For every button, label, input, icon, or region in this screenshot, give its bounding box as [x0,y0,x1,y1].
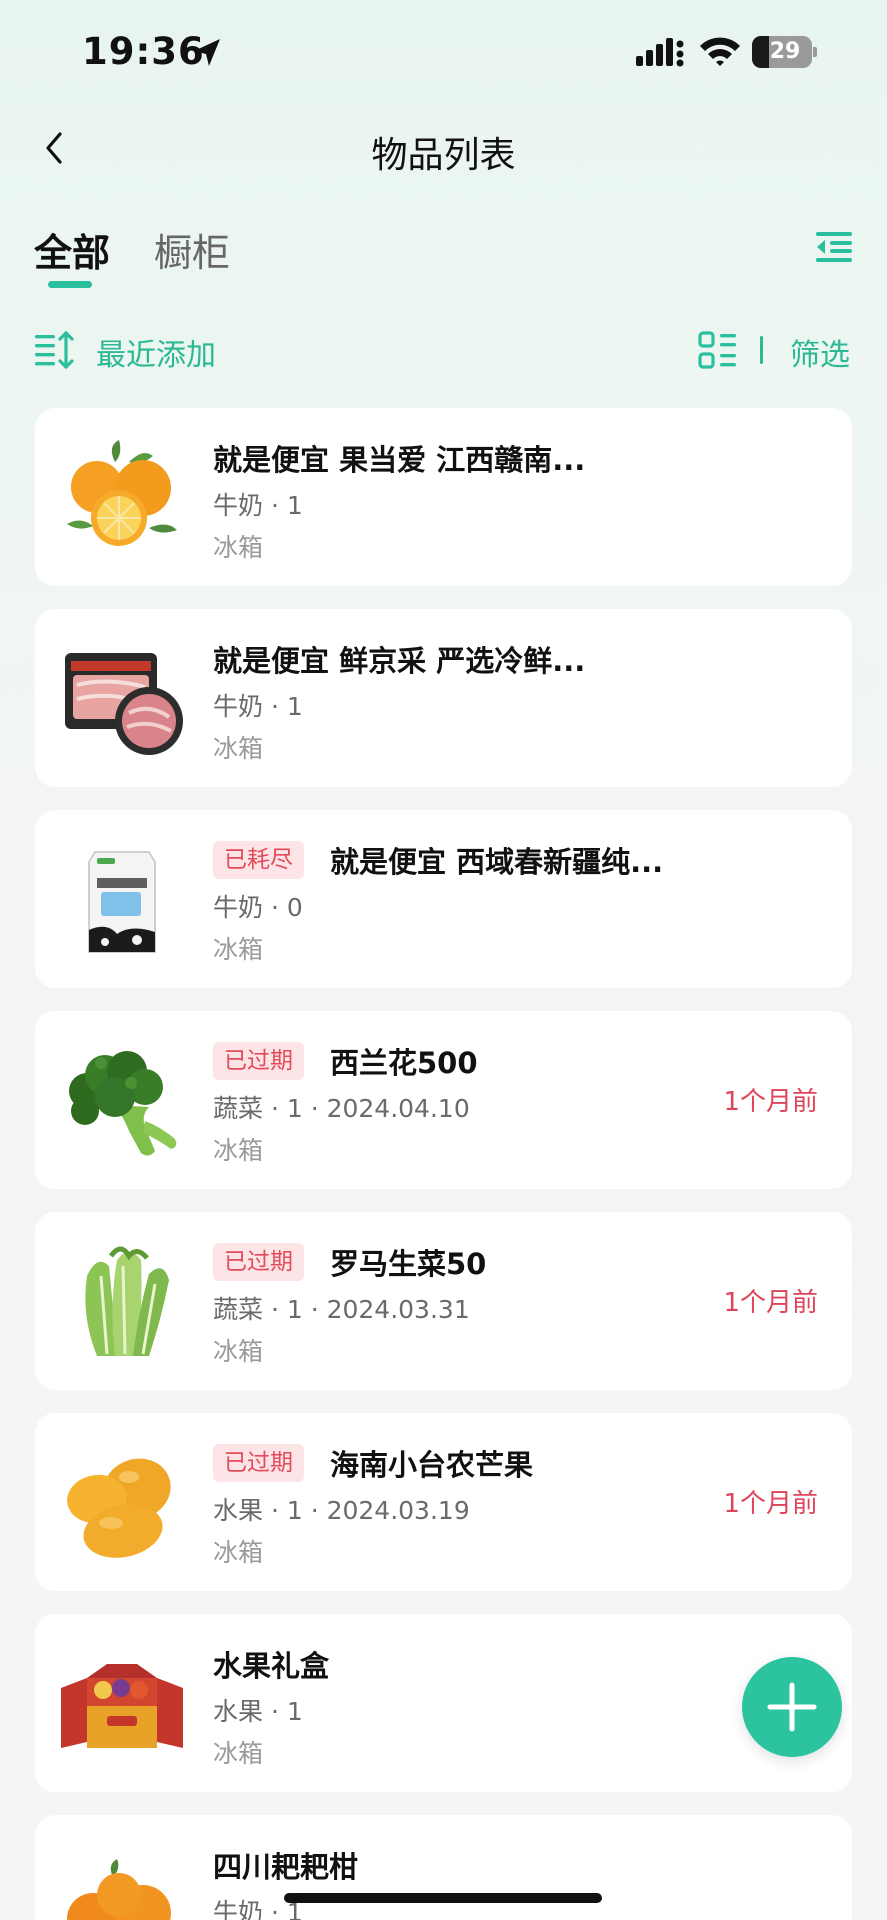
status-time: 19:36 [82,30,205,73]
product-image [85,1246,169,1356]
list-item[interactable]: 已过期 罗马生菜50 蔬菜 · 1 · 2024.03.31 冰箱 1个月前 [35,1212,852,1390]
expiry-age: 1个月前 [723,1087,818,1117]
item-meta: 蔬菜 · 1 · 2024.04.10 [213,1094,470,1123]
battery-indicator: 29 [752,36,818,68]
item-name: 水果礼盒 [213,1649,330,1683]
tab-all[interactable]: 全部 [34,222,110,277]
item-meta: 蔬菜 · 1 · 2024.03.31 [213,1295,470,1324]
product-image [69,1051,177,1156]
product-image [67,1859,171,1920]
status-badge: 已耗尽 [213,841,304,879]
product-image [67,1458,171,1558]
home-indicator [284,1893,602,1903]
item-title-row: 已过期 海南小台农芒果 [213,1441,533,1485]
plus-icon [767,1682,817,1732]
item-meta: 牛奶 · 0 [213,893,303,922]
item-location: 冰箱 [213,1538,264,1567]
list-item[interactable]: 就是便宜 果当爱 江西赣南... 牛奶 · 1 冰箱 [35,408,852,586]
add-item-button[interactable] [742,1657,842,1757]
item-meta: 水果 · 1 [213,1697,303,1726]
page-title: 物品列表 [371,135,516,176]
item-title-row: 四川耙耙柑 [213,1843,358,1887]
list-item[interactable]: 已过期 海南小台农芒果 水果 · 1 · 2024.03.19 冰箱 1个月前 [35,1413,852,1591]
item-title-row: 就是便宜 鲜京采 严选冷鲜... [213,637,585,681]
item-location: 冰箱 [213,1136,264,1165]
indent-menu-icon[interactable] [814,230,854,264]
sort-button[interactable]: 最近添加 [96,330,216,374]
item-title-row: 就是便宜 果当爱 江西赣南... [213,436,585,480]
battery-tip [813,47,817,57]
item-location: 冰箱 [213,734,264,763]
item-name: 四川耙耙柑 [213,1850,359,1884]
location-arrow-icon [194,39,220,66]
item-name: 西兰花500 [330,1046,478,1080]
product-image [65,653,183,755]
item-meta: 牛奶 · 1 [213,491,303,520]
item-title-row: 已过期 西兰花500 [213,1039,478,1083]
active-tab-indicator [48,281,92,288]
list-item[interactable]: 已过期 西兰花500 蔬菜 · 1 · 2024.04.10 冰箱 1个月前 [35,1011,852,1189]
tab-cabinet[interactable]: 橱柜 [154,222,230,277]
item-name: 就是便宜 鲜京采 严选冷鲜... [213,644,586,678]
list-item[interactable]: 四川耙耙柑 牛奶 · 1 [35,1815,852,1920]
status-badge: 已过期 [213,1444,304,1482]
status-badge: 已过期 [213,1042,304,1080]
item-location: 冰箱 [213,533,264,562]
sort-icon[interactable] [34,330,74,370]
item-title-row: 已过期 罗马生菜50 [213,1240,486,1284]
item-meta: 牛奶 · 1 [213,692,303,721]
toolbar-divider [760,336,763,364]
grid-list-icon[interactable] [698,330,738,370]
product-image [61,1664,183,1748]
list-item[interactable]: 已耗尽 就是便宜 西域春新疆纯... 牛奶 · 0 冰箱 [35,810,852,988]
item-name: 就是便宜 西域春新疆纯... [330,845,664,879]
item-name: 就是便宜 果当爱 江西赣南... [213,443,586,477]
item-location: 冰箱 [213,935,264,964]
battery-level: 29 [769,39,801,64]
item-location: 冰箱 [213,1337,264,1366]
item-title-row: 水果礼盒 [213,1642,329,1686]
status-badge: 已过期 [213,1243,304,1281]
status-bar: 19:36 29 [0,0,887,100]
list-item[interactable]: 就是便宜 鲜京采 严选冷鲜... 牛奶 · 1 冰箱 [35,609,852,787]
expiry-age: 1个月前 [723,1288,818,1318]
wifi-icon [700,37,740,66]
item-location: 冰箱 [213,1739,264,1768]
item-title-row: 已耗尽 就是便宜 西域春新疆纯... [213,838,663,882]
product-image [88,851,156,953]
cellular-signal-icon [636,38,684,67]
expiry-age: 1个月前 [723,1489,818,1519]
list-item[interactable]: 水果礼盒 水果 · 1 冰箱 [35,1614,852,1792]
item-meta: 水果 · 1 · 2024.03.19 [213,1496,470,1525]
filter-button[interactable]: 筛选 [790,330,850,374]
item-name: 海南小台农芒果 [330,1448,534,1482]
battery-body: 29 [752,36,812,68]
product-image [67,440,177,546]
item-name: 罗马生菜50 [330,1247,487,1281]
